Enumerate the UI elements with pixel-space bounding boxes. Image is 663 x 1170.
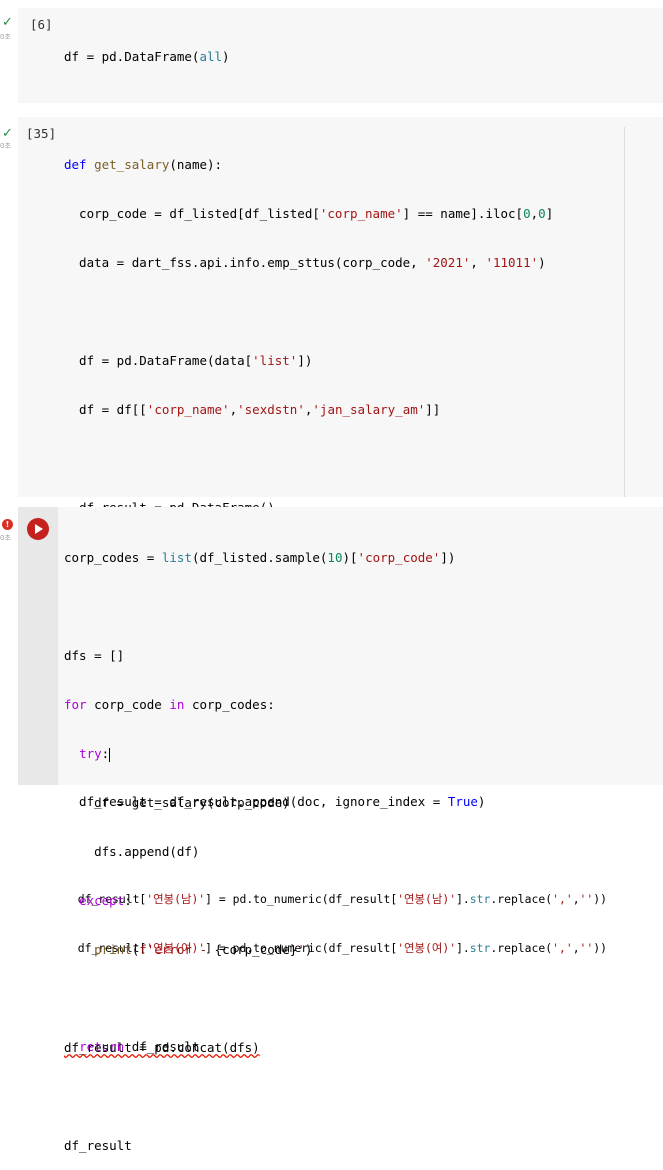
code-line: df = df[['corp_name','sexdstn','jan_sala…	[64, 402, 441, 417]
code-line: except:	[79, 893, 132, 908]
code-line: data = dart_fss.api.info.emp_sttus(corp_…	[64, 255, 546, 270]
exec-count: [35]	[26, 126, 57, 141]
code-line: dfs.append(df)	[64, 844, 200, 859]
run-cell-button[interactable]	[27, 518, 49, 540]
code-line: df = pd.DataFrame(all)	[64, 49, 230, 64]
code-line: corp_codes = list(df_listed.sample(10)['…	[64, 550, 456, 565]
cell-2-gutter: ✓ 0초	[0, 125, 18, 155]
cell-1-gutter: ✓ 0초	[0, 10, 18, 100]
code-line: df_result	[64, 1138, 132, 1153]
exec-count: [6]	[30, 17, 53, 32]
error-icon: !	[2, 519, 13, 530]
code-line: for corp_code in corp_codes:	[64, 697, 275, 712]
exec-time: 0초	[0, 142, 11, 150]
exec-time: 0초	[0, 33, 11, 41]
code-line: print(f'error - {corp_code}')	[94, 942, 313, 957]
code-line: corp_code = df_listed[df_listed['corp_na…	[64, 206, 554, 221]
code-editor-3[interactable]: corp_codes = list(df_listed.sample(10)['…	[64, 518, 455, 1170]
code-line: dfs = []	[64, 648, 125, 663]
code-line: df_result = pd.concat(dfs)	[64, 1040, 260, 1055]
code-line: df = pd.DataFrame(data['list'])	[64, 353, 313, 368]
code-line: try:	[79, 746, 111, 762]
cell-gutter-stripe	[18, 507, 58, 785]
exec-time: 0초	[0, 534, 11, 542]
code-line: df = get_salary(corp_code)	[64, 795, 290, 810]
success-check-icon: ✓	[2, 126, 13, 141]
cell-3-gutter: ! 0초	[0, 517, 18, 547]
success-check-icon: ✓	[2, 15, 13, 30]
code-line: def get_salary(name):	[64, 157, 223, 172]
ruler-line	[624, 127, 625, 497]
text-cursor	[109, 747, 111, 762]
